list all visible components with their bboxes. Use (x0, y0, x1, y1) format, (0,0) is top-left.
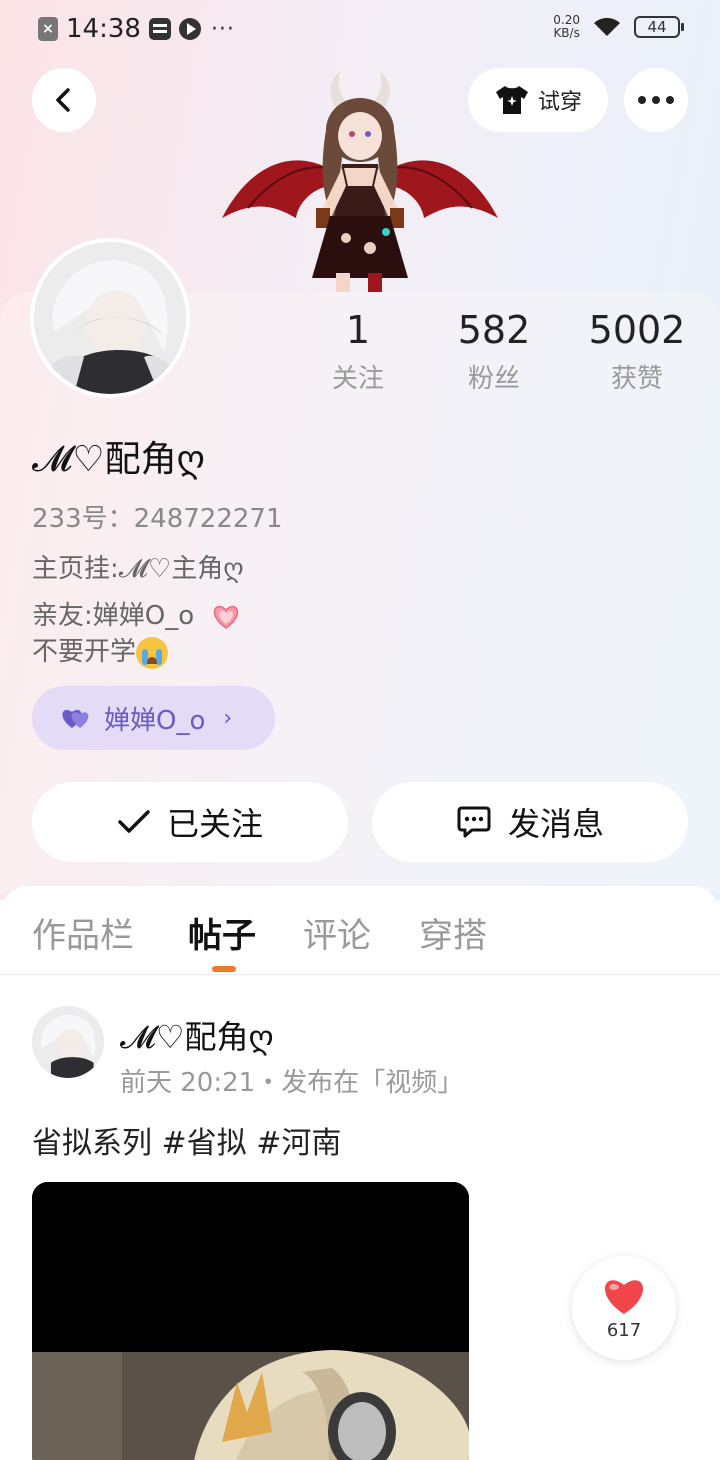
bio-line: 主页挂:𝓜♡主角ღ (32, 554, 244, 584)
heart-icon (604, 1279, 644, 1314)
more-notifications-icon: ··· (210, 16, 235, 42)
profile-tabs: 作品栏 帖子 评论 穿搭 (0, 904, 720, 974)
send-message-button[interactable]: 发消息 (372, 782, 688, 862)
chevron-left-icon (56, 88, 70, 112)
post-text[interactable]: 省拟系列 #省拟 #河南 (32, 1118, 341, 1162)
stat-following-value: 1 (345, 308, 371, 352)
play-icon (178, 18, 201, 40)
stat-likes-label: 获赞 (610, 364, 663, 394)
stat-following-label: 关注 (331, 364, 384, 394)
close-friend-pill[interactable]: 婵婵O_o › (32, 686, 275, 750)
stat-followers[interactable]: 582 粉丝 (424, 308, 564, 395)
back-button[interactable] (32, 68, 96, 132)
crying-emoji-icon (136, 636, 169, 669)
stat-followers-label: 粉丝 (467, 364, 520, 394)
character-illustration (222, 72, 498, 294)
status-bar: × 14:38 ··· 0.20 KB/s 44 (0, 0, 720, 56)
more-options-button[interactable] (624, 68, 688, 132)
status-time: 14:38 (66, 14, 141, 44)
profile-username: 𝓜♡配角ღ (32, 439, 205, 480)
followed-label: 已关注 (166, 805, 263, 843)
chat-bubble-icon (457, 806, 491, 838)
close-friend-name: 婵婵O_o (104, 705, 206, 736)
uid-label: 233号： (32, 504, 134, 534)
card-icon (148, 18, 171, 40)
post-meta: 前天 20:21・发布在「视频」 (120, 1068, 464, 1098)
avatar-outfit-character[interactable] (218, 68, 502, 294)
stat-followers-value: 582 (457, 308, 531, 352)
pink-heart-icon (214, 605, 239, 629)
profile-uid: 233号：248722271 (32, 498, 283, 535)
checkmark-icon (118, 810, 150, 833)
bio-block: 亲友:婵婵O_o 不要开学 (32, 598, 240, 670)
post-author-avatar[interactable] (32, 1006, 104, 1078)
tabs-divider (0, 974, 720, 975)
stat-following[interactable]: 1 关注 (288, 308, 428, 395)
video-thumbnail-image (32, 1182, 469, 1460)
uid-value: 248722271 (133, 504, 283, 534)
followed-button[interactable]: 已关注 (32, 782, 348, 862)
tab-works[interactable]: 作品栏 (32, 908, 134, 957)
post-avatar-image (32, 1006, 104, 1078)
more-dots-icon (638, 96, 674, 104)
post-video-thumbnail[interactable] (32, 1182, 469, 1460)
tshirt-icon (495, 86, 528, 114)
bio-line: 亲友:婵婵O_o (32, 601, 195, 631)
tab-outfits[interactable]: 穿搭 (419, 908, 487, 957)
stat-likes-value: 5002 (588, 308, 686, 352)
profile-avatar[interactable] (30, 238, 190, 398)
stat-likes[interactable]: 5002 获赞 (567, 308, 707, 395)
avatar-image (34, 242, 186, 394)
double-heart-icon (62, 709, 89, 728)
send-message-label: 发消息 (507, 805, 604, 843)
chevron-right-icon: › (223, 705, 233, 731)
tab-comments[interactable]: 评论 (303, 908, 371, 957)
active-tab-indicator (212, 966, 236, 972)
bio-line: 不要开学 (32, 637, 137, 667)
like-count: 617 (606, 1319, 642, 1341)
close-notification-icon: × (38, 17, 58, 41)
tab-posts[interactable]: 帖子 (188, 908, 256, 957)
network-speed-unit: KB/s (553, 26, 580, 40)
network-speed: 0.20 KB/s (553, 14, 580, 40)
try-on-label: 试穿 (537, 90, 582, 115)
like-floating-button[interactable]: 617 (572, 1256, 676, 1360)
post-author-name[interactable]: 𝓜♡配角ღ (120, 1012, 274, 1058)
wifi-icon (594, 17, 620, 36)
battery-icon: 44 (634, 16, 684, 38)
try-on-button[interactable]: 试穿 (468, 68, 608, 132)
